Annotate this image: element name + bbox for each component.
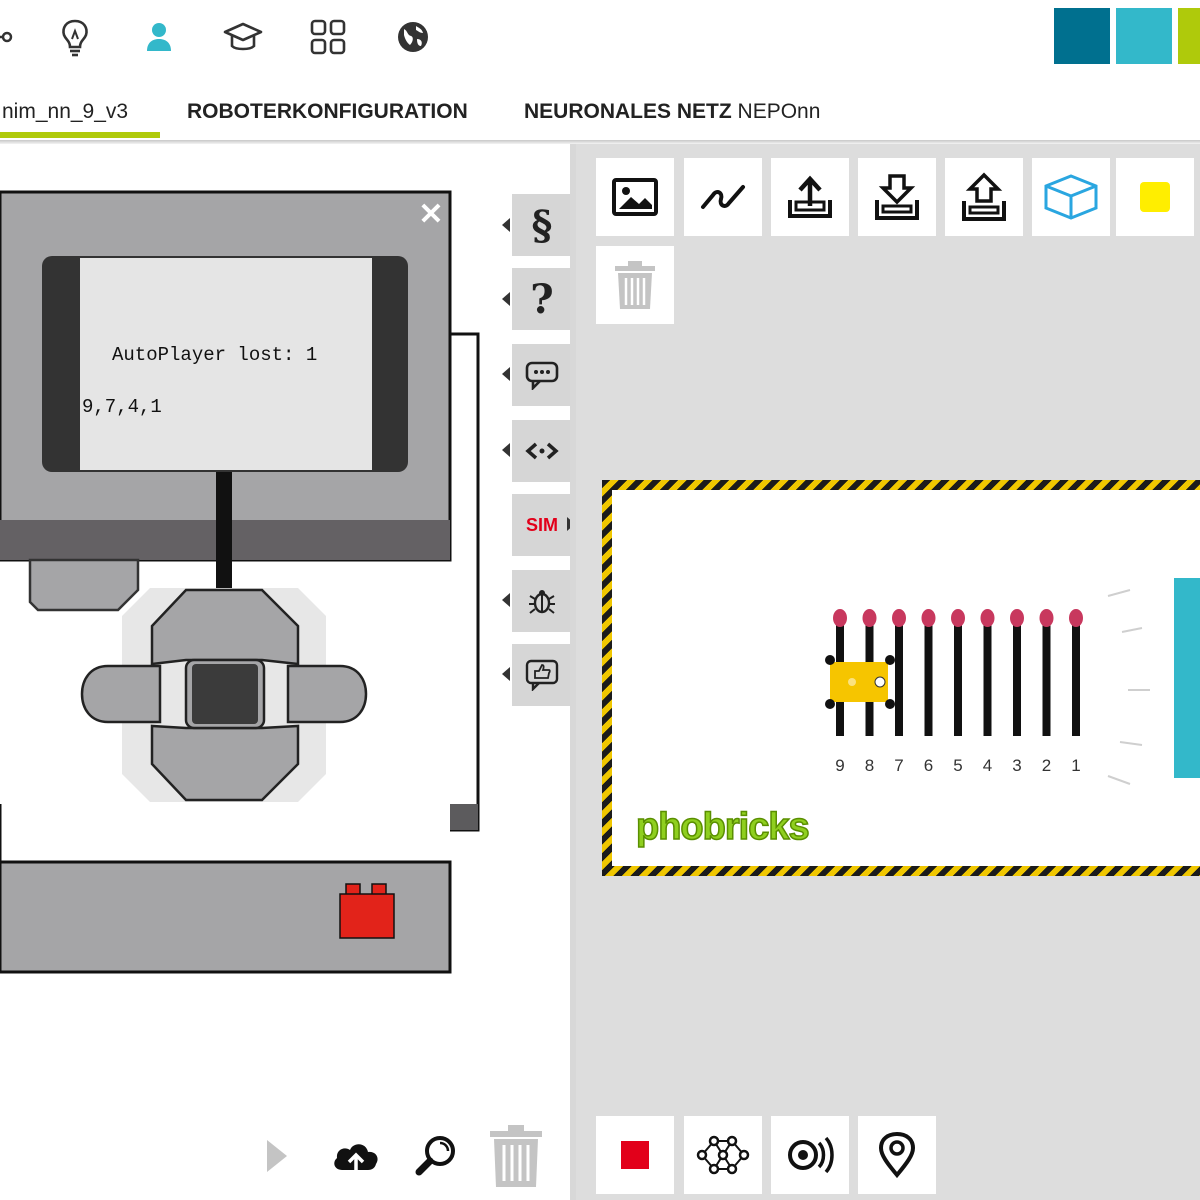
- match-stick: [1042, 624, 1051, 736]
- match-number: 6: [923, 756, 934, 775]
- stage-background: 987654321 phobricks: [612, 490, 1200, 866]
- zoom-button[interactable]: [406, 1124, 466, 1188]
- tab-neural-network[interactable]: NEURONALES NETZ NEPOnn: [524, 100, 820, 124]
- sensor-button[interactable]: [771, 1116, 849, 1194]
- expand-arrow: [502, 218, 510, 232]
- play-button[interactable]: [246, 1124, 306, 1188]
- match-stick: [1013, 624, 1021, 736]
- upload-icon: [788, 175, 832, 218]
- tab-bar: nim_nn_9_v3 ROBOTERKONFIGURATION NEURONA…: [0, 80, 1200, 142]
- color-icon: [1140, 182, 1170, 212]
- chart-icon: [701, 185, 745, 209]
- top-bar: [0, 0, 1200, 80]
- export-button[interactable]: [771, 158, 849, 236]
- code-icon: [525, 442, 559, 460]
- neural-network-button[interactable]: [684, 1116, 762, 1194]
- zoom-icon: [415, 1136, 455, 1176]
- section-button[interactable]: §: [512, 194, 572, 256]
- match-stick: [895, 624, 903, 736]
- sim-label: SIM: [525, 514, 558, 535]
- active-tab-indicator: [0, 132, 160, 138]
- match-head: [862, 609, 877, 627]
- import-scene-button[interactable]: [945, 158, 1023, 236]
- image-icon: [612, 178, 658, 216]
- location-icon: [878, 1131, 916, 1179]
- sensor-icon: [788, 1136, 834, 1174]
- close-icon[interactable]: ✕: [418, 200, 444, 230]
- code-button[interactable]: [512, 420, 572, 482]
- expand-arrow: [502, 292, 510, 306]
- background-image-button[interactable]: [596, 158, 674, 236]
- logo: [1054, 8, 1200, 64]
- match-number: 1: [1071, 756, 1081, 775]
- stop-button[interactable]: [596, 1116, 674, 1194]
- match-number: 2: [1041, 756, 1052, 775]
- section-icon: §: [531, 201, 553, 249]
- 3d-view-button[interactable]: [1032, 158, 1110, 236]
- color-button[interactable]: [1116, 158, 1194, 236]
- cloud-upload-icon: [334, 1144, 378, 1170]
- message-button[interactable]: [512, 344, 572, 406]
- robot-body: [1174, 578, 1200, 778]
- match-number: 5: [953, 756, 963, 775]
- tab-program[interactable]: nim_nn_9_v3: [2, 100, 128, 124]
- globe-icon[interactable]: [388, 12, 438, 62]
- match-head: [1010, 609, 1024, 627]
- cube-icon: [1044, 174, 1098, 220]
- delete-scene-button[interactable]: [596, 246, 674, 324]
- match-number: 3: [1012, 756, 1022, 775]
- trash-icon: [490, 1125, 542, 1187]
- simulation-stage[interactable]: 987654321 phobricks: [602, 480, 1200, 876]
- match-number: 7: [894, 756, 904, 775]
- match-head: [833, 609, 847, 627]
- match-head: [892, 609, 906, 627]
- graduation-cap-icon[interactable]: [218, 12, 268, 62]
- thumbs-up-icon: [525, 659, 559, 691]
- match-stick: [1072, 624, 1080, 736]
- network-icon[interactable]: [0, 12, 26, 62]
- match-stick: [983, 624, 992, 736]
- match-number: 4: [982, 756, 993, 775]
- message-icon: [525, 361, 559, 390]
- feedback-button[interactable]: [512, 644, 572, 706]
- bug-icon: [529, 590, 555, 614]
- match-stick: [954, 624, 962, 736]
- phobricks-logo: phobricks: [635, 805, 810, 849]
- network-icon: [696, 1135, 750, 1175]
- help-button[interactable]: ?: [512, 268, 572, 330]
- trace-button[interactable]: [684, 158, 762, 236]
- match-number: 8: [864, 756, 875, 775]
- download-icon: [875, 174, 919, 220]
- match-number: 9: [835, 756, 845, 775]
- lightbulb-icon[interactable]: [50, 12, 100, 62]
- match-head: [1039, 609, 1054, 627]
- match-head: [921, 609, 936, 627]
- import-icon: [962, 172, 1006, 221]
- expand-arrow: [502, 593, 510, 607]
- user-icon[interactable]: [134, 12, 184, 62]
- debug-button[interactable]: [512, 570, 572, 632]
- lcd-line-1: AutoPlayer lost: 1: [112, 344, 318, 366]
- expand-arrow: [502, 443, 510, 457]
- robot[interactable]: [825, 655, 895, 709]
- tab-robot-configuration[interactable]: ROBOTERKONFIGURATION: [187, 100, 468, 124]
- import-button[interactable]: [858, 158, 936, 236]
- stop-icon: [621, 1141, 649, 1169]
- play-icon: [267, 1140, 287, 1172]
- sim-button[interactable]: SIM: [512, 494, 572, 556]
- match-stick: [924, 624, 933, 736]
- lcd-line-2: 9,7,4,1: [82, 396, 162, 418]
- trash-icon: [615, 261, 655, 309]
- match-head: [951, 609, 965, 627]
- match-head: [1069, 609, 1083, 627]
- help-icon: ?: [530, 275, 554, 323]
- upload-program-button[interactable]: [326, 1124, 386, 1188]
- expand-arrow: [502, 367, 510, 381]
- delete-program-button[interactable]: [486, 1124, 546, 1188]
- expand-arrow: [502, 667, 510, 681]
- match-head: [980, 609, 995, 627]
- grid-icon[interactable]: [303, 12, 353, 62]
- location-button[interactable]: [858, 1116, 936, 1194]
- ev3-brick: [0, 190, 480, 974]
